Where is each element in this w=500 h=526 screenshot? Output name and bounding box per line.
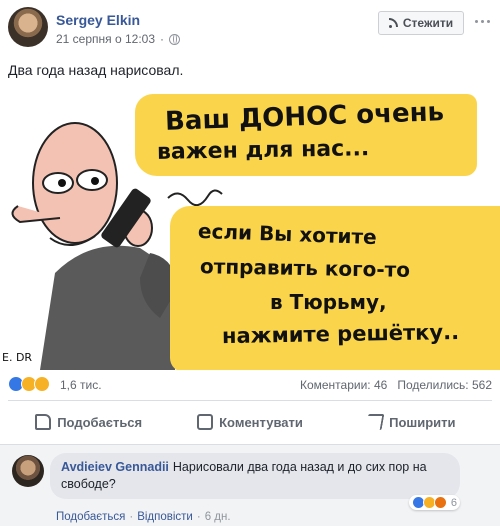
author-name[interactable]: Sergey Elkin bbox=[56, 12, 140, 28]
comment-button[interactable]: Коментувати bbox=[169, 404, 330, 440]
bubble2-line4: нажмите решётку.. bbox=[221, 319, 460, 349]
author-avatar[interactable] bbox=[8, 7, 48, 47]
comment-time[interactable]: 6 дн. bbox=[205, 511, 231, 523]
engagement-counts: Коментарии: 46 Поделились: 562 bbox=[300, 378, 492, 392]
divider bbox=[8, 400, 492, 401]
commenter-avatar[interactable] bbox=[12, 455, 44, 487]
share-label: Поширити bbox=[389, 414, 456, 430]
link-separator: · bbox=[196, 511, 201, 523]
comment-reaction-count: 6 bbox=[450, 496, 457, 509]
shares-count[interactable]: Поделились: 562 bbox=[397, 378, 492, 392]
reaction-count[interactable]: 1,6 тис. bbox=[60, 378, 102, 392]
speech-bubble-top: Ваш ДОНОС очень важен для нас... bbox=[135, 94, 477, 176]
bubble1-line2: важен для нас... bbox=[156, 136, 370, 165]
post-header: Sergey Elkin 21 серпня о 12:03 · Стежити bbox=[0, 0, 500, 56]
post-card: Sergey Elkin 21 серпня о 12:03 · Стежити… bbox=[0, 0, 500, 526]
rss-icon bbox=[388, 18, 399, 28]
speech-bubble-bottom: если Вы хотите отправить кого-то в Тюрьм… bbox=[170, 206, 500, 370]
thumbs-up-icon bbox=[35, 414, 52, 430]
more-options-icon[interactable] bbox=[475, 20, 490, 23]
sad-reaction-icon bbox=[34, 376, 50, 392]
action-bar: Подобається Коментувати Поширити bbox=[8, 404, 492, 440]
like-button[interactable]: Подобається bbox=[8, 404, 169, 440]
link-separator: · bbox=[129, 511, 134, 523]
follow-label: Стежити bbox=[402, 16, 454, 30]
comment-icon bbox=[197, 414, 214, 430]
reaction-icons[interactable] bbox=[8, 376, 50, 392]
globe-icon[interactable] bbox=[169, 33, 181, 45]
artist-signature: Е. DR bbox=[2, 351, 33, 364]
bubble1-line1: Ваш ДОНОС очень bbox=[164, 97, 445, 137]
comment-bubble: Avdieiev Gennadii Нарисовали два года наз… bbox=[50, 453, 460, 499]
post-meta: 21 серпня о 12:03 · bbox=[56, 32, 181, 46]
post-date[interactable]: 21 серпня о 12:03 bbox=[56, 32, 155, 46]
like-label: Подобається bbox=[57, 414, 143, 430]
comment-actions: Подобається · Відповісти · 6 дн. bbox=[56, 511, 231, 523]
bubble2-line2: отправить кого-то bbox=[199, 254, 411, 282]
post-text: Два года назад нарисовал. bbox=[8, 62, 184, 78]
post-image[interactable]: Ваш ДОНОС очень важен для нас... если Вы… bbox=[0, 88, 500, 370]
comments-section: Avdieiev Gennadii Нарисовали два года наз… bbox=[0, 444, 500, 526]
comments-count[interactable]: Коментарии: 46 bbox=[300, 378, 387, 392]
share-button[interactable]: Поширити bbox=[331, 404, 492, 440]
comment-reactions[interactable]: 6 bbox=[408, 495, 460, 510]
meta-separator: · bbox=[160, 32, 165, 46]
follow-button[interactable]: Стежити bbox=[378, 11, 464, 35]
bubble2-line1: если Вы хотите bbox=[197, 218, 378, 250]
comment-reply-link[interactable]: Відповісти bbox=[137, 511, 193, 523]
bubble2-line3: в Тюрьму, bbox=[270, 290, 387, 314]
post-stats: 1,6 тис. Коментарии: 46 Поделились: 562 bbox=[8, 374, 492, 396]
angry-reaction-icon bbox=[433, 496, 447, 509]
comment-like-link[interactable]: Подобається bbox=[56, 511, 125, 523]
comment-label: Коментувати bbox=[219, 414, 303, 430]
commenter-name[interactable]: Avdieiev Gennadii bbox=[61, 460, 169, 474]
share-icon bbox=[365, 414, 385, 430]
